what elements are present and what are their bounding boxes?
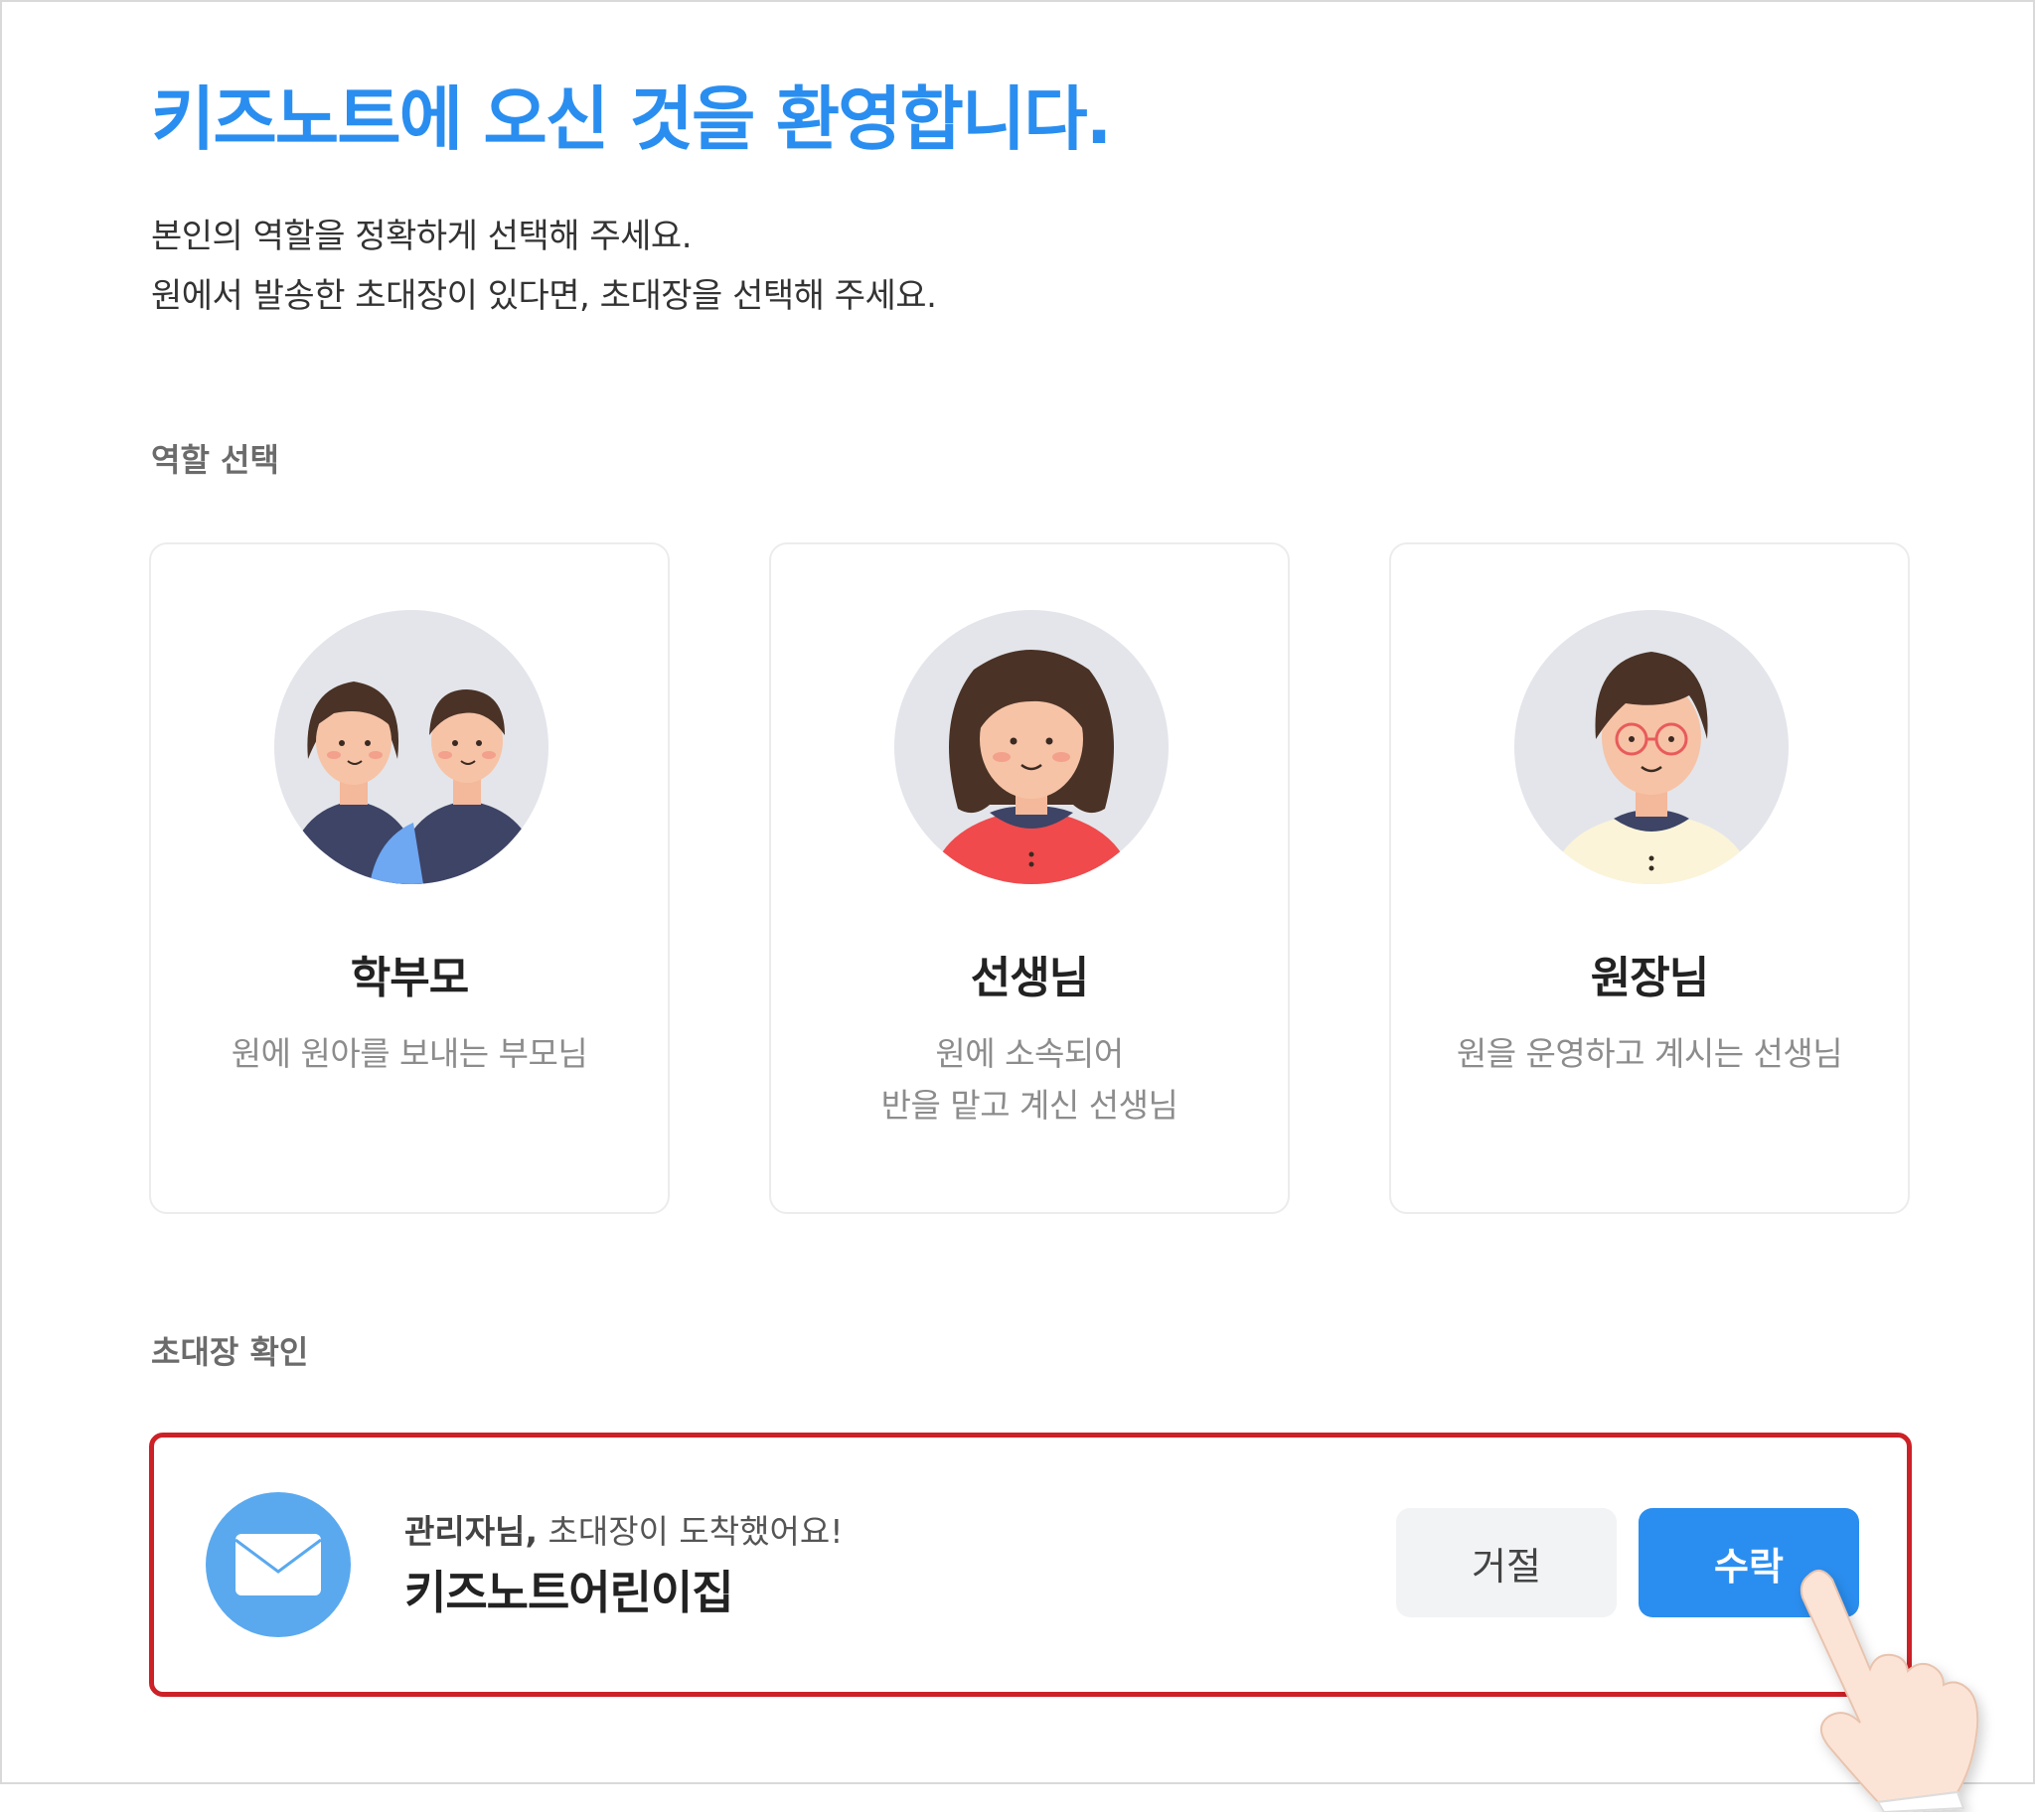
- reject-button[interactable]: 거절: [1396, 1508, 1617, 1617]
- envelope-icon: [206, 1492, 351, 1637]
- role-name-teacher: 선생님: [970, 953, 1089, 1003]
- invite-sender-name: 키즈노트어린이집: [404, 1566, 734, 1619]
- role-section-label: 역할 선택: [151, 441, 279, 479]
- pointing-hand-icon: [1800, 1569, 1979, 1812]
- parents-avatar-icon: [274, 610, 548, 884]
- role-card-parent[interactable]: 학부모 원에 원아를 보내는 부모님: [149, 542, 670, 1214]
- role-desc-parent: 원에 원아를 보내는 부모님: [231, 1034, 588, 1073]
- invitation-card: 관리자님, 초대장이 도착했어요! 키즈노트어린이집 거절 수락: [149, 1433, 1912, 1697]
- role-card-director[interactable]: 원장님 원을 운영하고 계시는 선생님: [1389, 542, 1910, 1214]
- invite-message-text: 초대장이 도착했어요!: [537, 1512, 844, 1551]
- teacher-avatar-icon: [894, 610, 1169, 884]
- role-desc-teacher-line2: 반을 맡고 계신 선생님: [880, 1086, 1178, 1125]
- director-avatar-icon: [1514, 610, 1789, 884]
- role-desc-director: 원을 운영하고 계시는 선생님: [1456, 1034, 1843, 1073]
- page-frame: 키즈노트에 오신 것을 환영합니다. 본인의 역할을 정확하게 선택해 주세요.…: [0, 0, 2035, 1784]
- invite-section-label: 초대장 확인: [151, 1333, 309, 1371]
- role-card-teacher[interactable]: 선생님 원에 소속되어 반을 맡고 계신 선생님: [769, 542, 1290, 1214]
- role-name-director: 원장님: [1590, 953, 1709, 1003]
- role-desc-teacher-line1: 원에 소속되어: [935, 1034, 1124, 1073]
- role-name-parent: 학부모: [350, 953, 469, 1003]
- invite-message: 관리자님, 초대장이 도착했어요!: [404, 1505, 843, 1553]
- instruction-line-2: 원에서 발송한 초대장이 있다면, 초대장을 선택해 주세요.: [151, 276, 937, 316]
- instruction-line-1: 본인의 역할을 정확하게 선택해 주세요.: [151, 217, 693, 256]
- page-title: 키즈노트에 오신 것을 환영합니다.: [151, 78, 1112, 160]
- invite-recipient: 관리자님,: [404, 1512, 538, 1551]
